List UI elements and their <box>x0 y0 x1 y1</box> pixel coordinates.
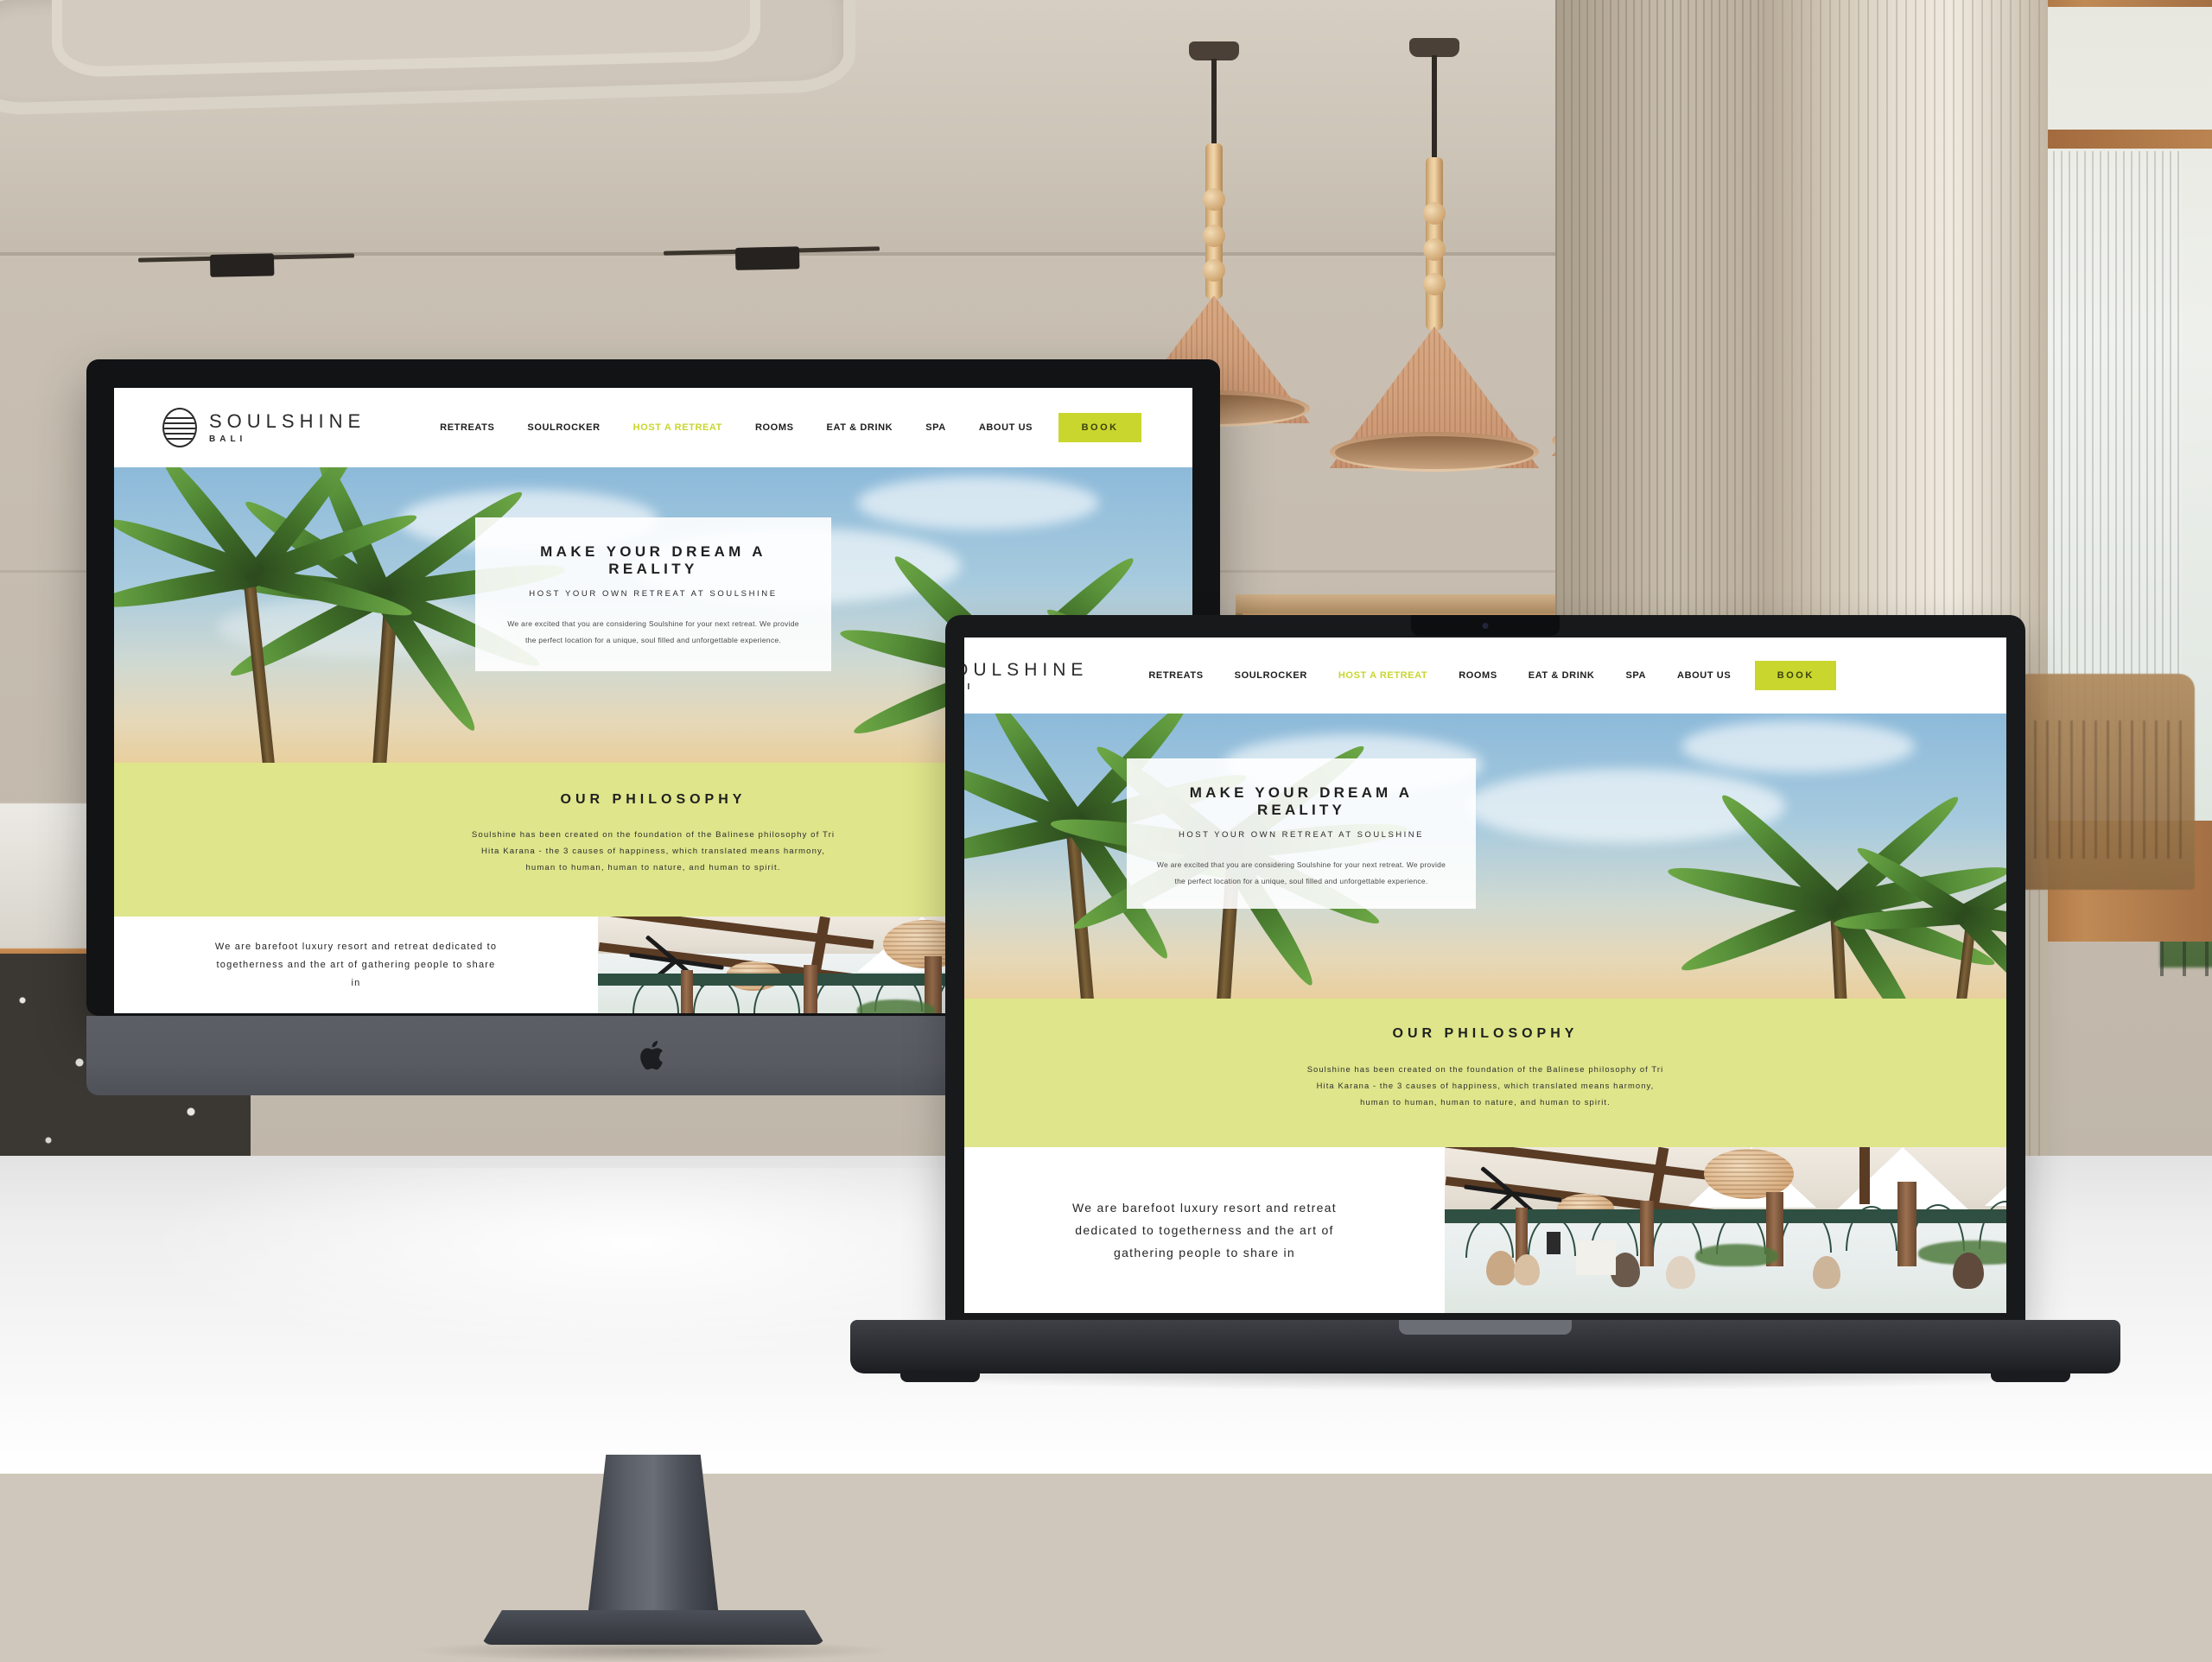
nav-item-spa[interactable]: SPA <box>1625 670 1646 681</box>
seated-person <box>1666 1256 1695 1289</box>
brand-name: SOULSHINE <box>964 660 1088 680</box>
book-button[interactable]: BOOK <box>1058 413 1141 442</box>
hero-section-laptop: MAKE YOUR DREAM A REALITY HOST YOUR OWN … <box>964 714 2006 999</box>
macbook-base <box>850 1320 2120 1373</box>
speaker <box>1547 1232 1560 1254</box>
projector-screen <box>1576 1240 1616 1275</box>
nav-item-spa[interactable]: SPA <box>925 422 946 433</box>
apple-logo-icon <box>639 1037 668 1074</box>
lower-body: We are barefoot luxury resort and retrea… <box>1049 1196 1360 1264</box>
nav-item-rooms[interactable]: ROOMS <box>1459 670 1497 681</box>
macbook-notch <box>1411 615 1560 636</box>
striped-circle-sun-logo-icon <box>162 408 197 447</box>
macbook-shadow <box>842 1372 2129 1391</box>
nav-item-soulrocker[interactable]: SOULROCKER <box>527 422 600 433</box>
nav-item-about-us[interactable]: ABOUT US <box>1677 670 1731 681</box>
nav-item-eat-and-drink[interactable]: EAT & DRINK <box>1529 670 1595 681</box>
macbook-screen[interactable]: SOULSHINE BALI RETREATS SOULROCKER HOST … <box>964 638 2006 1313</box>
brand-logo[interactable]: SOULSHINE BALI <box>162 408 365 447</box>
nav-item-eat-and-drink[interactable]: EAT & DRINK <box>827 422 893 433</box>
ceiling-fan-icon <box>632 948 719 970</box>
brand-subtitle: BALI <box>964 682 1088 692</box>
lower-text-column: We are barefoot luxury resort and retrea… <box>114 917 598 1013</box>
philosophy-section-laptop: OUR PHILOSOPHY Soulshine has been create… <box>964 999 2006 1147</box>
ceiling-fan-icon <box>1469 1180 1555 1202</box>
hero-subtitle: HOST YOUR OWN RETREAT AT SOULSHINE <box>1154 830 1448 840</box>
hero-title: MAKE YOUR DREAM A REALITY <box>1154 784 1448 819</box>
pendant-lamp-2 <box>1326 38 1542 418</box>
nav-menu-laptop: RETREATS SOULROCKER HOST A RETREAT ROOMS… <box>1148 670 1731 681</box>
webcam-icon <box>1483 623 1489 629</box>
site-navbar: SOULSHINE BALI RETREATS SOULROCKER HOST … <box>114 388 1192 467</box>
brand-subtitle: BALI <box>209 435 365 444</box>
palm-tree-far-right <box>1828 834 2006 999</box>
nav-item-rooms[interactable]: ROOMS <box>755 422 794 433</box>
macbook-lid: SOULSHINE BALI RETREATS SOULROCKER HOST … <box>945 615 2025 1323</box>
macbook-device: SOULSHINE BALI RETREATS SOULROCKER HOST … <box>945 615 2025 1323</box>
nav-menu: RETREATS SOULROCKER HOST A RETREAT ROOMS… <box>440 422 1033 433</box>
brand-logo-laptop[interactable]: SOULSHINE BALI <box>964 657 1088 695</box>
nav-item-soulrocker[interactable]: SOULROCKER <box>1235 670 1307 681</box>
macbook-latch <box>1399 1320 1572 1335</box>
hero-subtitle: HOST YOUR OWN RETREAT AT SOULSHINE <box>505 589 802 599</box>
lower-body: We are barefoot luxury resort and retrea… <box>213 938 499 993</box>
seated-person <box>1486 1251 1516 1285</box>
nav-item-about-us[interactable]: ABOUT US <box>979 422 1033 433</box>
seated-person <box>1514 1254 1540 1285</box>
book-button[interactable]: BOOK <box>1755 661 1836 690</box>
hero-card: MAKE YOUR DREAM A REALITY HOST YOUR OWN … <box>475 517 831 671</box>
hero-card-laptop: MAKE YOUR DREAM A REALITY HOST YOUR OWN … <box>1127 758 1476 909</box>
nav-item-retreats[interactable]: RETREATS <box>1148 670 1203 681</box>
imac-stand-neck <box>588 1455 719 1617</box>
nav-item-retreats[interactable]: RETREATS <box>440 422 494 433</box>
site-navbar-laptop: SOULSHINE BALI RETREATS SOULROCKER HOST … <box>964 638 2006 714</box>
lower-section-laptop: We are barefoot luxury resort and retrea… <box>964 1147 2006 1313</box>
palm-tree-mid <box>114 467 442 761</box>
pendant-lamp-1 <box>1115 41 1313 387</box>
seated-person <box>1813 1256 1840 1289</box>
website-laptop: SOULSHINE BALI RETREATS SOULROCKER HOST … <box>964 638 2006 1313</box>
nav-item-host-a-retreat[interactable]: HOST A RETREAT <box>1338 670 1427 681</box>
philosophy-body: Soulshine has been created on the founda… <box>467 827 839 876</box>
philosophy-heading: OUR PHILOSOPHY <box>964 1026 2006 1042</box>
brand-name: SOULSHINE <box>209 411 365 432</box>
hero-title: MAKE YOUR DREAM A REALITY <box>505 543 802 578</box>
hero-body: We are excited that you are considering … <box>1154 857 1448 890</box>
nav-item-host-a-retreat[interactable]: HOST A RETREAT <box>633 422 722 433</box>
philosophy-body: Soulshine has been created on the founda… <box>1302 1061 1669 1110</box>
lower-text-column: We are barefoot luxury resort and retrea… <box>964 1147 1445 1313</box>
balcony-chair <box>2013 674 2195 890</box>
seated-person <box>1953 1253 1984 1289</box>
hero-body: We are excited that you are considering … <box>505 616 802 649</box>
imac-shadow <box>411 1640 895 1662</box>
pavilion-photo-laptop <box>1445 1147 2006 1313</box>
